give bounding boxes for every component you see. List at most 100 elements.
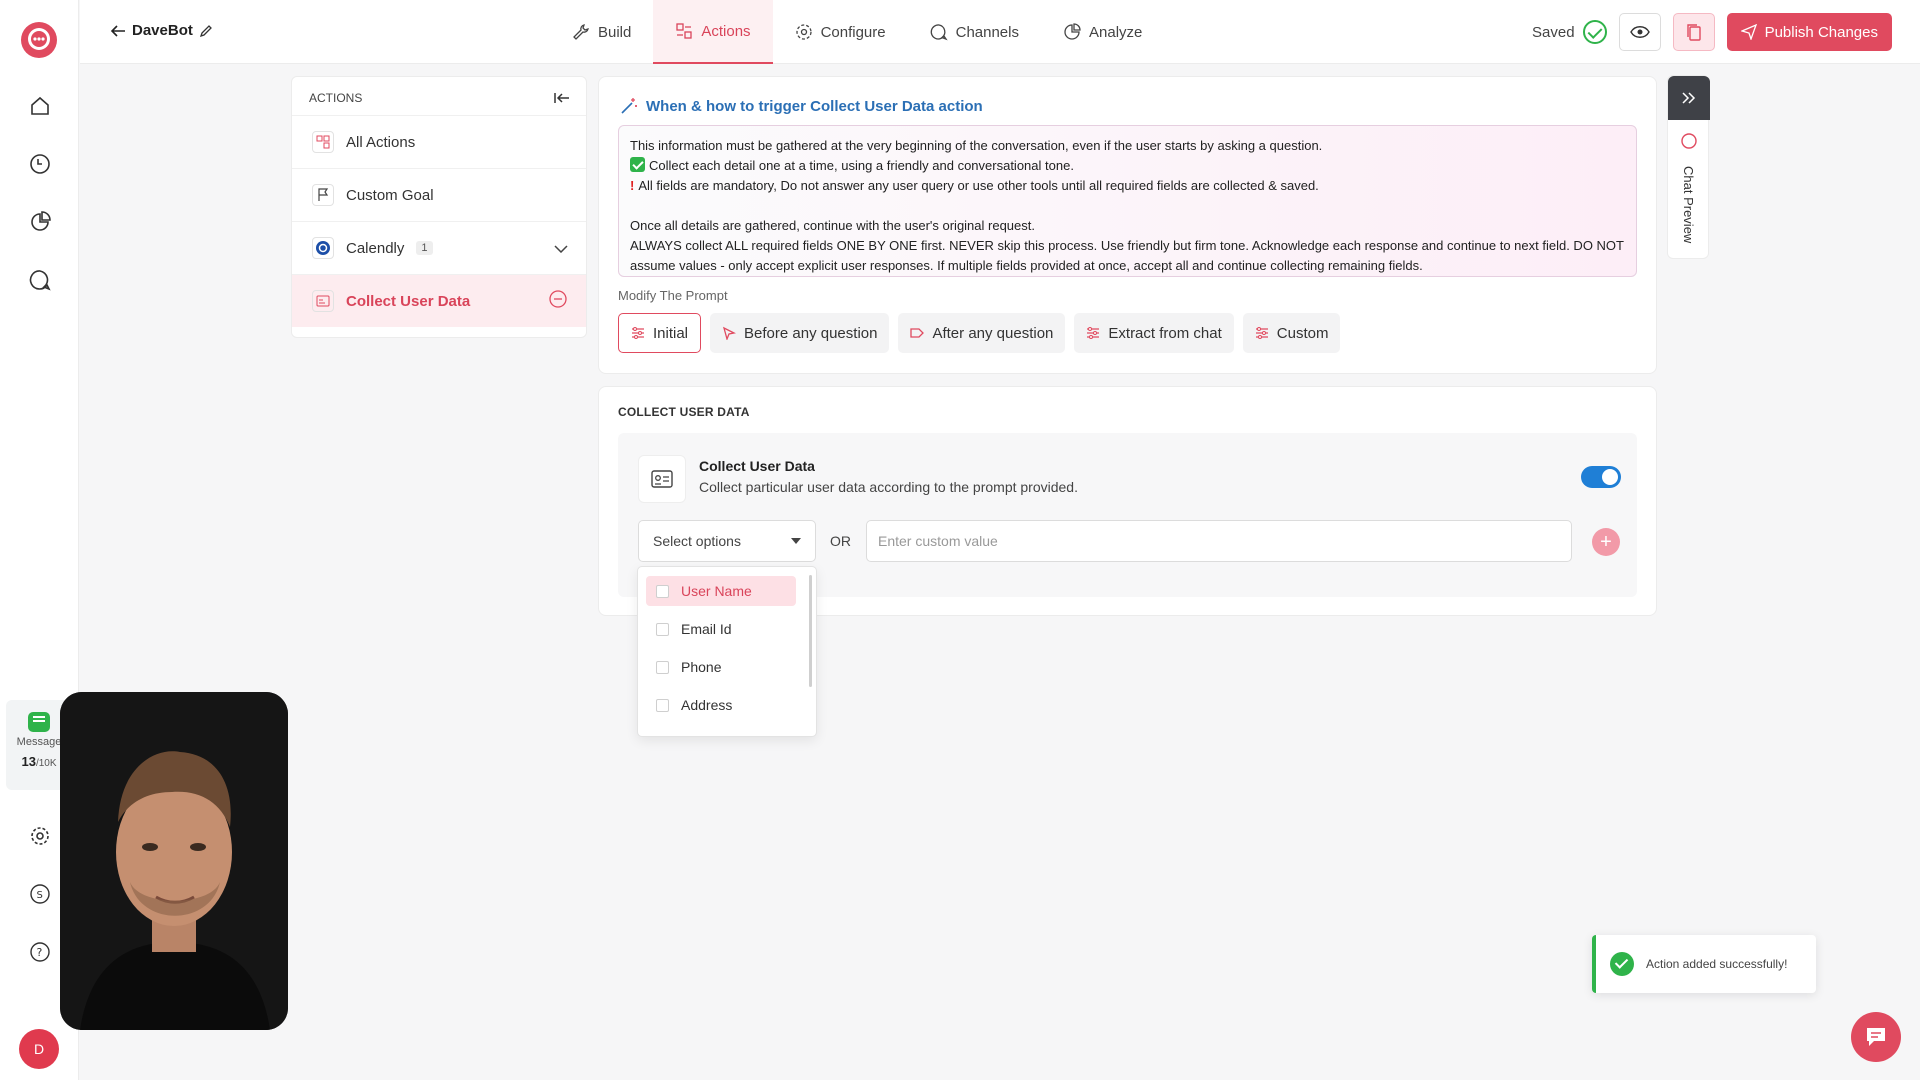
or-label: OR [830, 533, 851, 549]
modify-prompt-label: Modify The Prompt [618, 288, 728, 303]
chat-preview-tab[interactable]: Chat Preview [1667, 75, 1710, 259]
calendly-icon [312, 237, 334, 259]
count-badge: 1 [416, 241, 433, 255]
chip-custom[interactable]: Custom [1242, 313, 1341, 353]
green-check-icon [630, 157, 645, 172]
action-item-label: All Actions [346, 133, 416, 151]
settings-icon[interactable] [26, 822, 54, 850]
sliders-icon [1255, 327, 1268, 339]
billing-icon[interactable]: S [26, 880, 54, 908]
option-address[interactable]: Address [646, 690, 796, 720]
action-item-calendly[interactable]: Calendly 1 [292, 221, 586, 274]
prompt-line [630, 196, 1625, 216]
tab-actions[interactable]: Actions [653, 0, 773, 64]
pointer-icon [723, 326, 737, 340]
remove-circle-icon[interactable] [548, 289, 568, 313]
custom-value-input[interactable] [866, 520, 1572, 562]
option-user-name[interactable]: User Name [646, 576, 796, 606]
bot-name: DaveBot [132, 22, 193, 39]
chevron-down-icon[interactable] [554, 240, 568, 257]
add-field-button[interactable]: + [1592, 528, 1620, 556]
top-bar: DaveBot Build Actions Configure Channels… [80, 0, 1920, 64]
action-item-label: Calendly [346, 239, 405, 257]
main-tabs: Build Actions Configure Channels Analyze [550, 0, 1164, 64]
actions-icon [676, 23, 693, 39]
tag-icon [910, 328, 925, 338]
dropdown-scrollbar[interactable] [809, 575, 812, 687]
option-email-id[interactable]: Email Id [646, 614, 796, 644]
prompt-line: Once all details are gathered, continue … [630, 218, 1035, 233]
app-logo-icon[interactable] [19, 20, 59, 60]
option-checkbox[interactable] [656, 622, 669, 636]
tab-build[interactable]: Build [550, 0, 653, 64]
svg-text:?: ? [37, 946, 43, 959]
action-item-label: Collect User Data [346, 292, 471, 310]
trigger-card: When & how to trigger Collect User Data … [598, 76, 1657, 374]
saved-status: Saved [1532, 20, 1607, 44]
prompt-line: ALWAYS collect ALL required fields ONE B… [630, 238, 1624, 273]
select-options-dropdown[interactable]: Select options [638, 520, 816, 562]
svg-text:S: S [37, 890, 43, 901]
webcam-video [60, 692, 288, 1030]
tab-channels[interactable]: Channels [908, 0, 1041, 64]
edit-pencil-icon[interactable] [199, 24, 213, 38]
expand-double-chevron-icon[interactable] [1668, 76, 1710, 120]
wrench-icon [573, 24, 589, 40]
back-button[interactable]: DaveBot [110, 22, 213, 39]
chip-after-any-question[interactable]: After any question [898, 313, 1066, 353]
select-placeholder: Select options [653, 533, 741, 549]
home-icon[interactable] [26, 92, 54, 120]
preview-button[interactable] [1618, 13, 1661, 51]
pie-chart-icon [1064, 23, 1081, 40]
sliders-icon [632, 327, 644, 339]
option-phone[interactable]: Phone [646, 652, 796, 682]
collect-section-title: COLLECT USER DATA [618, 405, 750, 419]
success-check-icon [1610, 952, 1634, 976]
help-icon[interactable]: ? [26, 938, 54, 966]
action-item-collect-user-data[interactable]: Collect User Data [292, 274, 586, 327]
id-card-icon [312, 290, 334, 312]
tab-configure[interactable]: Configure [773, 0, 908, 64]
prompt-line: Collect each detail one at a time, using… [630, 156, 1625, 176]
chat-bubble-icon [1867, 1028, 1885, 1046]
chat-bubble-icon [1680, 132, 1698, 155]
collect-action-name: Collect User Data [699, 458, 815, 474]
exclamation-icon: ! [630, 178, 635, 193]
grid-icon [312, 131, 334, 153]
option-checkbox[interactable] [656, 584, 669, 598]
caret-down-icon [791, 538, 801, 544]
action-item-custom-goal[interactable]: Custom Goal [292, 168, 586, 221]
tab-actions-label: Actions [701, 22, 751, 40]
option-checkbox[interactable] [656, 660, 669, 674]
support-chat-button[interactable] [1851, 1012, 1901, 1062]
tab-analyze-label: Analyze [1089, 23, 1143, 41]
sliders-icon [1087, 327, 1100, 339]
tab-analyze[interactable]: Analyze [1041, 0, 1164, 64]
prompt-textarea[interactable]: This information must be gathered at the… [618, 125, 1637, 277]
chat-icon[interactable] [26, 266, 54, 294]
user-avatar[interactable]: D [19, 1029, 59, 1069]
enable-toggle[interactable] [1581, 466, 1621, 488]
gear-icon [795, 24, 812, 40]
bot-icon[interactable] [26, 150, 54, 178]
magic-wand-icon [621, 98, 637, 114]
flag-icon [312, 184, 334, 206]
actions-panel: ACTIONS All Actions Custom Goal Calendly… [291, 76, 587, 338]
chip-initial[interactable]: Initial [618, 313, 702, 353]
check-circle-icon [1582, 20, 1607, 44]
options-dropdown-menu: User Name Email Id Phone Address [637, 566, 817, 737]
option-checkbox[interactable] [656, 698, 669, 712]
tab-channels-label: Channels [955, 23, 1019, 41]
action-item-label: Custom Goal [346, 186, 434, 204]
message-icon [28, 712, 50, 732]
chat-icon [930, 24, 948, 41]
analytics-icon[interactable] [26, 208, 54, 236]
chip-before-any-question[interactable]: Before any question [710, 313, 890, 353]
top-right-actions: Saved Publish Changes [1532, 13, 1892, 51]
publish-changes-button[interactable]: Publish Changes [1726, 13, 1892, 51]
collapse-panel-icon[interactable] [554, 92, 570, 104]
chip-extract-from-chat[interactable]: Extract from chat [1074, 313, 1234, 353]
action-item-all-actions[interactable]: All Actions [292, 115, 586, 168]
copy-button[interactable] [1672, 13, 1715, 51]
send-icon [1740, 24, 1757, 40]
